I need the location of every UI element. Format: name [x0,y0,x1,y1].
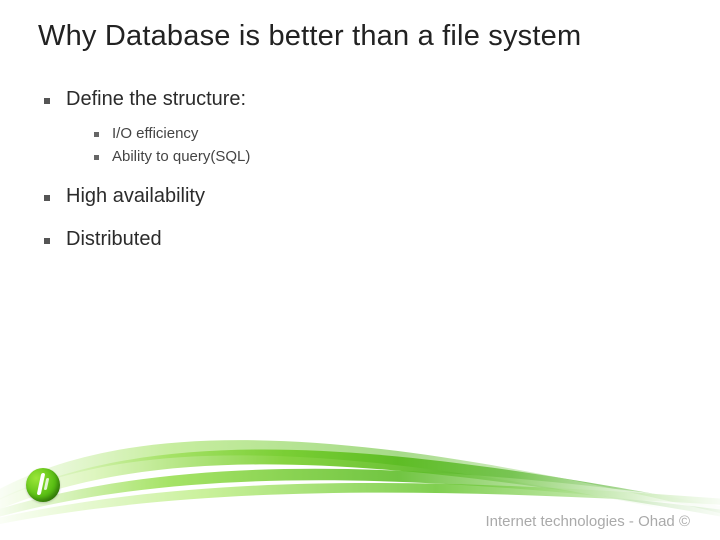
sub-bullet-text: I/O efficiency [112,125,198,142]
bullet-item: Define the structure: I/O efficiency Abi… [44,88,250,165]
slide-title: Why Database is better than a file syste… [38,20,581,53]
bullet-item: Distributed [44,228,250,251]
logo-icon [26,468,60,502]
footer-text: Internet technologies - Ohad © [485,513,690,530]
sub-bullet-text: Ability to query(SQL) [112,148,250,165]
bullet-text: High availability [66,185,205,207]
bullet-item: High availability [44,185,250,208]
sub-bullet-item: Ability to query(SQL) [94,148,250,165]
slide: Why Database is better than a file syste… [0,0,720,540]
bullet-list: Define the structure: I/O efficiency Abi… [44,88,250,251]
bullet-text: Define the structure: [66,88,246,110]
slide-content: Define the structure: I/O efficiency Abi… [44,88,250,271]
bullet-text: Distributed [66,228,162,250]
sub-bullet-list: I/O efficiency Ability to query(SQL) [66,125,250,165]
sub-bullet-item: I/O efficiency [94,125,250,142]
